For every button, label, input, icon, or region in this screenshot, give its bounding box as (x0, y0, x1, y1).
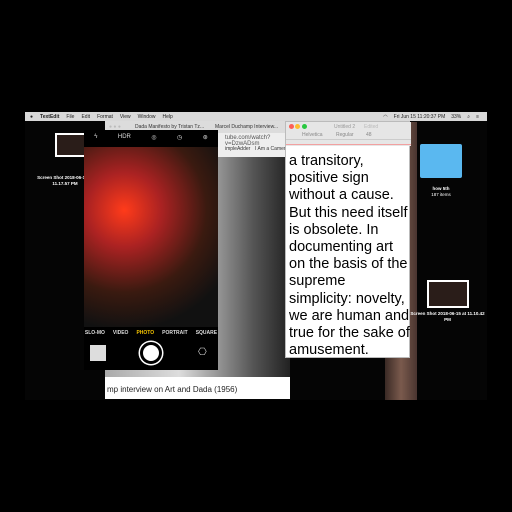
mode-video[interactable]: VIDEO (113, 330, 129, 340)
text-line: supreme (289, 273, 346, 290)
text-line: simplicity: novelty, (289, 290, 405, 307)
document-text[interactable]: a transitory, positive sign without a ca… (289, 153, 411, 359)
menu-view[interactable]: View (120, 114, 131, 120)
zoom-button[interactable] (301, 124, 307, 129)
timer-icon[interactable]: ◷ (177, 134, 182, 141)
window-title: Untitled 2 (334, 124, 356, 130)
folder-icon[interactable] (420, 144, 462, 178)
video-title: mp interview on Art and Dada (1956) (105, 377, 290, 399)
text-line: But this need itself (289, 204, 408, 221)
desktop-icon-label[interactable]: Screen Shot 2018-06-15 at 11.10.42 PM (410, 311, 485, 322)
camera-modes: SLO-MO VIDEO PHOTO PORTRAIT SQUARE (84, 330, 218, 340)
mode-portrait[interactable]: PORTRAIT (162, 330, 188, 340)
text-line: on the basis of the (289, 256, 408, 273)
text-line: without a cause. (289, 187, 394, 204)
camera-top-bar: ϟ HDR ◎ ◷ ⊛ (84, 134, 218, 141)
minimize-button[interactable] (295, 124, 301, 129)
textedit-toolbar: Untitled 2 Edited Helvetica Regular 48 (286, 122, 411, 146)
close-button[interactable] (289, 124, 294, 129)
mode-photo[interactable]: PHOTO (136, 330, 154, 340)
menu-format[interactable]: Format (97, 114, 113, 120)
text-line: true for the sake of (289, 325, 410, 342)
shutter-button[interactable] (140, 342, 162, 364)
mode-square[interactable]: SQUARE (196, 330, 217, 340)
hdr-button[interactable]: HDR (118, 134, 131, 141)
text-line: documenting art (289, 239, 393, 256)
search-icon[interactable]: ⌕ (467, 114, 470, 120)
photo-library-thumbnail[interactable] (90, 345, 106, 361)
size-select[interactable]: 48 (366, 132, 372, 138)
edited-status: Edited (364, 124, 379, 130)
phone-camera: ϟ HDR ◎ ◷ ⊛ SLO-MO VIDEO PHOTO PORTRAIT … (84, 130, 218, 370)
battery[interactable]: 33% (451, 114, 461, 120)
menu-bar: ● TextEdit File Edit Format View Window … (25, 112, 487, 121)
mac-screen: ● TextEdit File Edit Format View Window … (25, 112, 487, 400)
bookmark[interactable]: impleAdder (225, 146, 250, 152)
switch-camera-icon[interactable]: ⎔ (198, 347, 207, 358)
ruler[interactable] (286, 139, 411, 145)
style-select[interactable]: Regular (336, 132, 354, 138)
apple-icon[interactable]: ● (30, 114, 33, 120)
flash-off-icon[interactable]: ϟ (94, 134, 97, 141)
wifi-icon[interactable]: ◠ (383, 114, 387, 120)
list-icon[interactable]: ≡ (476, 114, 479, 120)
menu-help[interactable]: Help (162, 114, 172, 120)
textedit-window: Untitled 2 Edited Helvetica Regular 48 a… (285, 121, 411, 359)
menu-window[interactable]: Window (138, 114, 156, 120)
live-photo-icon[interactable]: ◎ (151, 134, 156, 141)
font-select[interactable]: Helvetica (302, 132, 323, 138)
text-line: a transitory, (289, 153, 364, 169)
mode-slo-mo[interactable]: SLO-MO (85, 330, 105, 340)
folder-label[interactable]: how 5th (415, 186, 467, 192)
menu-edit[interactable]: Edit (81, 114, 90, 120)
text-line: we are human and (289, 307, 410, 324)
camera-viewfinder[interactable] (84, 147, 218, 327)
menu-file[interactable]: File (66, 114, 74, 120)
folder-count: 187 items (431, 192, 451, 197)
text-line: amusement. (289, 342, 369, 359)
tab-duchamp-interview[interactable]: Marcel Duchamp Interview... (215, 124, 290, 130)
screenshot-thumbnail[interactable] (427, 280, 469, 308)
menu-app[interactable]: TextEdit (40, 114, 59, 120)
bookmark[interactable]: I Am a Camera (255, 146, 288, 152)
clock[interactable]: Fri Jun 15 11:20:37 PM (394, 114, 446, 120)
text-line: positive sign (289, 170, 369, 187)
filter-icon[interactable]: ⊛ (203, 134, 208, 141)
text-line: is obsolete. In (289, 221, 379, 238)
